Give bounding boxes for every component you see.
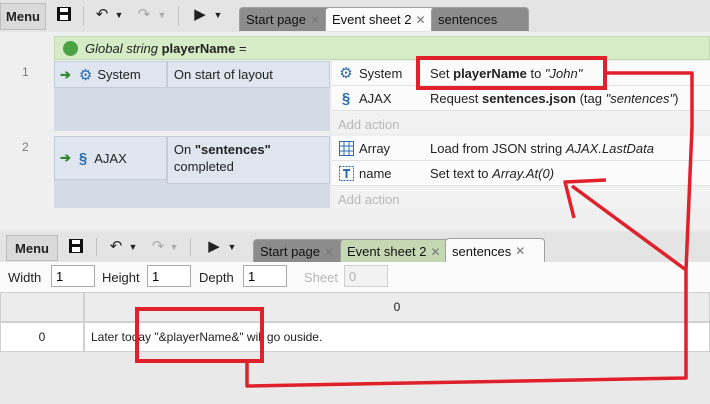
global-var-name: playerName [161,40,236,56]
global-var-suffix: = [238,40,247,56]
play-icon[interactable]: ▶ [204,238,224,256]
action-object: Array [359,140,391,156]
depth-input[interactable] [243,265,287,287]
event-2-condition[interactable]: ➔ § AJAX On "sentences" completed [54,136,330,184]
save-icon[interactable] [54,6,74,27]
width-label: Width [8,270,42,285]
condition-object: AJAX [94,150,127,166]
event-number: 2 [22,140,29,154]
condition-text: On "sentences" completed [173,142,271,174]
close-icon[interactable]: ✕ [431,245,441,259]
condition-text-cell[interactable]: On start of layout [166,61,330,88]
condition-text-cell[interactable]: On "sentences" completed [166,136,330,184]
arrow-right-icon: ➔ [60,150,71,165]
menu-button[interactable]: Menu [6,235,58,261]
close-icon[interactable]: ✕ [416,13,426,27]
tab-label: sentences [452,243,512,259]
ajax-icon: § [341,89,351,107]
action-row[interactable]: Array Load from JSON string AJAX.LastDat… [332,136,710,161]
close-icon[interactable]: ✕ [515,244,525,258]
action-object: name [359,165,392,181]
tab-event-sheet-2[interactable]: Event sheet 2 ✕ [340,239,458,263]
condition-object: System [97,67,141,82]
grid-corner [0,292,84,322]
height-label: Height [102,270,140,285]
tab-start-page[interactable]: Start page ✕ [239,7,337,31]
tab-sentences[interactable]: sentences [431,7,529,31]
arrow-right-icon: ➔ [60,66,71,82]
gear-icon: ⚙ [78,66,93,84]
close-icon[interactable]: ✕ [310,13,320,27]
redo-icon[interactable]: ↷ [134,6,154,24]
text-icon [336,165,356,181]
action-text: Set text to Array.At(0) [430,165,555,181]
chevron-down-icon[interactable]: ▼ [113,6,125,24]
action-object: AJAX [359,90,392,106]
highlight-box-playername-text [135,307,264,363]
row-header[interactable]: 0 [0,322,84,352]
array-grid: 0 0 Later today "&playerName&" will go o… [0,292,710,404]
global-variable-row[interactable]: Global string playerName = [54,36,710,60]
event-1-condition[interactable]: ➔ ⚙ System On start of layout [54,61,330,88]
chevron-down-icon[interactable]: ▼ [168,238,180,256]
action-row[interactable]: name Set text to Array.At(0) [332,161,710,186]
action-text: Load from JSON string AJAX.LastData [430,140,654,156]
gear-icon: ⚙ [339,65,353,82]
global-var-prefix: Global string [85,40,158,56]
add-action-link[interactable]: Add action [332,186,710,207]
condition-text: On start of layout [173,67,273,82]
toolbar-separator [96,238,97,256]
tab-sentences[interactable]: sentences ✕ [445,238,545,263]
tab-label: Event sheet 2 [347,244,427,259]
sheet-input [344,265,388,287]
save-icon[interactable] [66,238,86,259]
sheet-label: Sheet [304,270,338,285]
width-input[interactable] [51,265,95,287]
toolbar-separator [178,6,179,26]
chevron-down-icon[interactable]: ▼ [212,6,224,24]
array-icon [336,140,356,156]
ajax-icon: § [78,149,88,167]
add-action-link[interactable]: Add action [332,111,710,132]
tab-event-sheet-2[interactable]: Event sheet 2 ✕ [325,7,443,31]
undo-icon[interactable]: ↶ [92,6,112,24]
tab-label: Start page [260,244,320,259]
menu-button[interactable]: Menu [0,3,46,30]
tab-label: Event sheet 2 [332,12,412,27]
tab-label: sentences [438,12,498,27]
condition-object-cell[interactable]: ➔ § AJAX [54,136,167,180]
toolbar-separator [190,238,191,256]
depth-label: Depth [199,270,234,285]
toolbar-separator [83,6,84,26]
chevron-down-icon[interactable]: ▼ [127,238,139,256]
top-toolbar: Menu ↶ ▼ ↷ ▼ ▶ ▼ Start page ✕ Event sheet… [0,0,710,32]
chevron-down-icon[interactable]: ▼ [226,238,238,256]
bottom-toolbar: Menu ↶ ▼ ↷ ▼ ▶ ▼ Start page ✕ Event sheet… [0,232,710,263]
event-number: 1 [22,65,29,79]
tab-label: Start page [246,12,306,27]
chevron-down-icon[interactable]: ▼ [156,6,168,24]
action-text: Request sentences.json (tag "sentences") [430,90,679,106]
array-properties-bar: Width Height Depth Sheet [0,262,710,292]
event-2-actions: Array Load from JSON string AJAX.LastDat… [332,136,710,208]
condition-object-cell[interactable]: ➔ ⚙ System [54,61,167,88]
tab-start-page[interactable]: Start page ✕ [253,239,353,263]
height-input[interactable] [147,265,191,287]
undo-icon[interactable]: ↶ [106,238,126,256]
redo-icon[interactable]: ↷ [148,238,168,256]
highlight-box-set-playername [416,56,607,90]
globe-icon [63,40,78,56]
play-icon[interactable]: ▶ [190,6,210,24]
close-icon[interactable]: ✕ [324,245,334,259]
